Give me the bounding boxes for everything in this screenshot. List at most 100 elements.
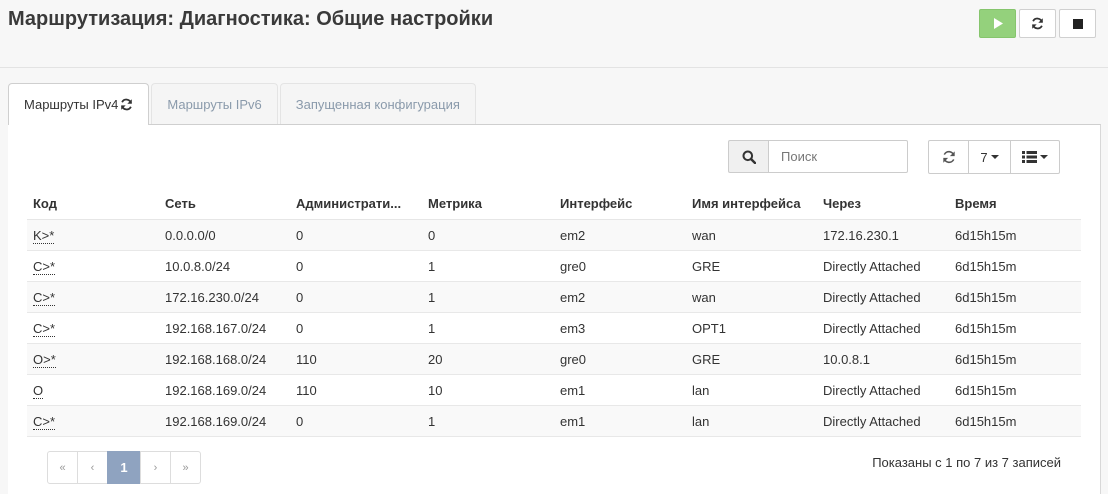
cell-interface: em3 xyxy=(554,312,686,344)
columns-dropdown[interactable] xyxy=(1010,140,1060,174)
caret-down-icon xyxy=(1040,155,1048,159)
stop-icon xyxy=(1072,18,1083,29)
cell-metric: 1 xyxy=(422,312,554,344)
tab-ipv6-routes[interactable]: Маршруты IPv6 xyxy=(151,83,278,124)
table-row: C>* 192.168.169.0/24 0 1 em1 lan Directl… xyxy=(27,405,1081,437)
cell-interface-name: OPT1 xyxy=(686,312,817,344)
cell-via: Directly Attached xyxy=(817,312,949,344)
column-header-via[interactable]: Через xyxy=(817,188,949,220)
cell-network: 192.168.168.0/24 xyxy=(159,343,290,375)
cell-interface: em2 xyxy=(554,219,686,251)
page-size-dropdown[interactable]: 7 xyxy=(968,140,1011,174)
cell-time: 6d15h15m xyxy=(949,405,1081,437)
search-group xyxy=(728,140,908,173)
cell-admin-distance: 0 xyxy=(290,250,422,282)
table-row: C>* 172.16.230.0/24 0 1 em2 wan Directly… xyxy=(27,281,1081,313)
cell-interface-name: wan xyxy=(686,281,817,313)
tab-bar: Маршруты IPv4 Маршруты IPv6 Запущенная к… xyxy=(8,83,478,125)
cell-network: 10.0.8.0/24 xyxy=(159,250,290,282)
tab-running-config[interactable]: Запущенная конфигурация xyxy=(279,83,476,124)
next-page-button[interactable]: › xyxy=(140,451,171,484)
cell-interface: em1 xyxy=(554,374,686,406)
start-service-button[interactable] xyxy=(979,9,1016,38)
cell-admin-distance: 0 xyxy=(290,219,422,251)
cell-via: Directly Attached xyxy=(817,250,949,282)
table-header-row: Код Сеть Администрати... Метрика Интерфе… xyxy=(27,188,1081,220)
refresh-icon[interactable] xyxy=(120,98,133,111)
cell-interface-name: lan xyxy=(686,405,817,437)
search-addon xyxy=(728,140,768,173)
caret-down-icon xyxy=(990,155,999,159)
cell-code: C>* xyxy=(27,281,159,313)
route-code-abbr[interactable]: C>* xyxy=(33,289,56,306)
page-button-current[interactable]: 1 xyxy=(107,451,141,484)
cell-via: Directly Attached xyxy=(817,374,949,406)
cell-code: O>* xyxy=(27,343,159,375)
column-header-label: Администрати... xyxy=(296,196,402,211)
cell-metric: 1 xyxy=(422,250,554,282)
route-code-abbr[interactable]: O xyxy=(33,382,44,399)
cell-network: 192.168.169.0/24 xyxy=(159,374,290,406)
column-header-code[interactable]: Код xyxy=(27,188,159,220)
route-code-abbr[interactable]: C>* xyxy=(33,413,56,430)
list-icon xyxy=(1022,151,1037,163)
play-icon xyxy=(993,18,1003,29)
cell-interface: gre0 xyxy=(554,343,686,375)
tab-ipv4-routes[interactable]: Маршруты IPv4 xyxy=(8,83,150,125)
cell-interface-name: GRE xyxy=(686,343,817,375)
first-page-button[interactable]: « xyxy=(47,451,78,484)
restart-service-button[interactable] xyxy=(1019,9,1056,38)
route-code-abbr[interactable]: O>* xyxy=(33,351,56,368)
refresh-icon xyxy=(942,150,955,164)
routes-table: Код Сеть Администрати... Метрика Интерфе… xyxy=(27,188,1081,437)
table-tools: 7 xyxy=(928,140,1060,174)
cell-admin-distance: 110 xyxy=(290,374,422,406)
column-header-network[interactable]: Сеть xyxy=(159,188,290,220)
cell-via: 10.0.8.1 xyxy=(817,343,949,375)
column-header-interface-name[interactable]: Имя интерфейса xyxy=(686,188,817,220)
cell-network: 192.168.167.0/24 xyxy=(159,312,290,344)
cell-admin-distance: 0 xyxy=(290,281,422,313)
cell-time: 6d15h15m xyxy=(949,250,1081,282)
stop-service-button[interactable] xyxy=(1059,9,1096,38)
cell-metric: 1 xyxy=(422,281,554,313)
column-header-interface[interactable]: Интерфейс xyxy=(554,188,686,220)
cell-via: Directly Attached xyxy=(817,405,949,437)
last-page-button[interactable]: » xyxy=(170,451,201,484)
table-row: O>* 192.168.168.0/24 110 20 gre0 GRE 10.… xyxy=(27,343,1081,375)
route-code-abbr[interactable]: K>* xyxy=(33,227,55,244)
cell-code: O xyxy=(27,374,159,406)
column-header-time[interactable]: Время xyxy=(949,188,1081,220)
refresh-icon xyxy=(1032,17,1043,30)
cell-interface-name: GRE xyxy=(686,250,817,282)
cell-network: 0.0.0.0/0 xyxy=(159,219,290,251)
column-header-admin-distance[interactable]: Администрати... xyxy=(290,188,422,220)
cell-code: K>* xyxy=(27,219,159,251)
tab-label: Маршруты IPv4 xyxy=(24,97,119,112)
cell-time: 6d15h15m xyxy=(949,219,1081,251)
cell-admin-distance: 0 xyxy=(290,312,422,344)
cell-metric: 10 xyxy=(422,374,554,406)
table-row: O 192.168.169.0/24 110 10 em1 lan Direct… xyxy=(27,374,1081,406)
prev-page-button[interactable]: ‹ xyxy=(77,451,108,484)
cell-admin-distance: 110 xyxy=(290,343,422,375)
column-header-metric[interactable]: Метрика xyxy=(422,188,554,220)
route-code-abbr[interactable]: C>* xyxy=(33,258,56,275)
cell-via: 172.16.230.1 xyxy=(817,219,949,251)
table-row: C>* 192.168.167.0/24 0 1 em3 OPT1 Direct… xyxy=(27,312,1081,344)
refresh-table-button[interactable] xyxy=(928,140,969,174)
table-row: C>* 10.0.8.0/24 0 1 gre0 GRE Directly At… xyxy=(27,250,1081,282)
route-code-abbr[interactable]: C>* xyxy=(33,320,56,337)
cell-code: C>* xyxy=(27,312,159,344)
cell-interface: em2 xyxy=(554,281,686,313)
tab-label: Маршруты IPv6 xyxy=(167,96,262,112)
cell-via: Directly Attached xyxy=(817,281,949,313)
pagination-info: Показаны с 1 по 7 из 7 записей xyxy=(872,455,1061,470)
search-input[interactable] xyxy=(768,140,908,173)
cell-metric: 0 xyxy=(422,219,554,251)
cell-time: 6d15h15m xyxy=(949,374,1081,406)
cell-code: C>* xyxy=(27,250,159,282)
table-row: K>* 0.0.0.0/0 0 0 em2 wan 172.16.230.1 6… xyxy=(27,219,1081,251)
cell-admin-distance: 0 xyxy=(290,405,422,437)
cell-network: 172.16.230.0/24 xyxy=(159,281,290,313)
